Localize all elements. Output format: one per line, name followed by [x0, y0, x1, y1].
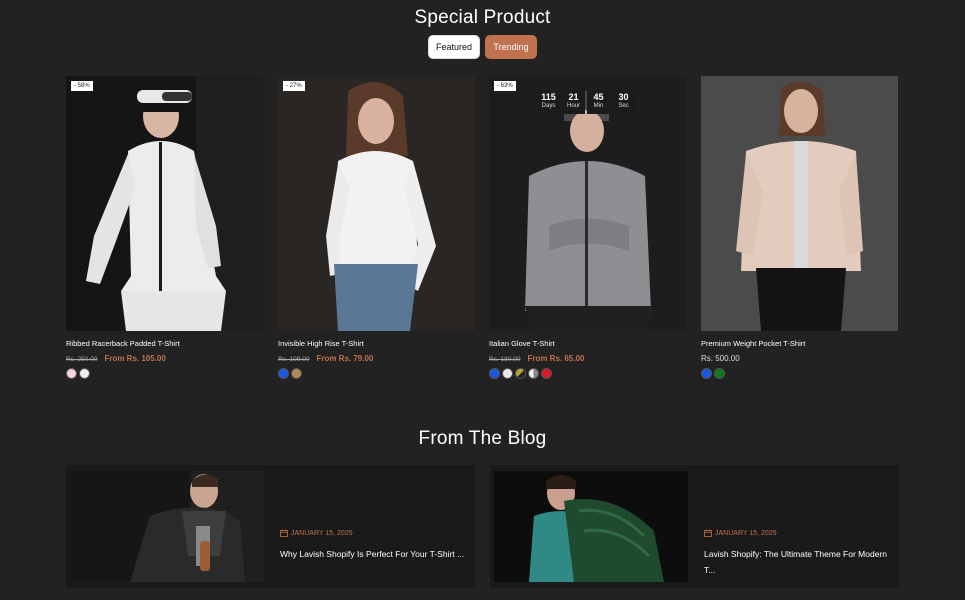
blog-title-link[interactable]: Lavish Shopify: The Ultimate Theme For M… — [704, 546, 890, 578]
sale-price: From Rs. 79.00 — [316, 354, 374, 363]
product-name[interactable]: Premium Weight Pocket T-Shirt — [701, 339, 898, 348]
blog-card[interactable]: JANUARY 15, 2025 Why Lavish Shopify Is P… — [66, 465, 475, 588]
countdown-minutes: 45 Min — [587, 90, 610, 114]
blog-image[interactable] — [70, 471, 264, 582]
countdown-value: 115 — [541, 92, 556, 103]
countdown-value: 45 — [593, 92, 604, 103]
countdown-unit: Hour — [566, 103, 580, 110]
blog-date: JANUARY 15, 2025 — [280, 529, 466, 537]
product-price: Rs. 180.00 From Rs. 65.00 — [489, 354, 686, 363]
blog-image[interactable] — [494, 471, 688, 582]
countdown-hours: 21 Hour — [562, 90, 585, 114]
discount-badge: - 27% — [283, 81, 305, 91]
color-swatch[interactable] — [502, 368, 513, 379]
blog-section-title: From The Blog — [418, 428, 547, 449]
old-price: Rs. 109.00 — [278, 356, 310, 363]
color-swatch[interactable] — [714, 368, 725, 379]
color-swatch[interactable] — [701, 368, 712, 379]
discount-badge: - 58% — [71, 81, 93, 91]
old-price: Rs. 250.00 — [66, 356, 98, 363]
sale-price: From Rs. 105.00 — [104, 354, 166, 363]
color-swatch[interactable] — [291, 368, 302, 379]
blog-date-text: JANUARY 15, 2025 — [291, 529, 353, 537]
product-image[interactable]: - 58% — [66, 76, 263, 331]
color-swatches — [278, 368, 475, 379]
product-image[interactable] — [701, 76, 898, 331]
product-name[interactable]: Invisible High Rise T-Shirt — [278, 339, 475, 348]
blog-text: JANUARY 15, 2025 Why Lavish Shopify Is P… — [280, 529, 466, 562]
color-swatch[interactable] — [515, 368, 526, 379]
color-swatch[interactable] — [489, 368, 500, 379]
color-swatches — [66, 368, 263, 379]
blog-date: JANUARY 15, 2025 — [704, 529, 890, 537]
product-image[interactable]: - 27% — [278, 76, 475, 331]
countdown-value: 21 — [568, 92, 579, 103]
product-price: Rs. 500.00 — [701, 354, 898, 363]
countdown-unit: Days — [541, 103, 556, 110]
regular-price: Rs. 500.00 — [701, 354, 740, 363]
blog-text: JANUARY 15, 2025 Lavish Shopify: The Ult… — [704, 529, 890, 578]
blog-card[interactable]: JANUARY 15, 2025 Lavish Shopify: The Ult… — [490, 465, 899, 588]
tab-featured[interactable]: Featured — [428, 35, 480, 59]
calendar-icon — [280, 529, 288, 537]
old-price: Rs. 180.00 — [489, 356, 521, 363]
countdown-timer: 115 Days 21 Hour 45 Min 30 Sec — [537, 90, 635, 114]
calendar-icon — [704, 529, 712, 537]
product-name[interactable]: Italian Glove T-Shirt — [489, 339, 686, 348]
blog-date-text: JANUARY 15, 2025 — [715, 529, 777, 537]
product-price: Rs. 250.00 From Rs. 105.00 — [66, 354, 263, 363]
color-swatch[interactable] — [66, 368, 77, 379]
countdown-unit: Min — [593, 103, 604, 110]
color-swatches — [489, 368, 686, 379]
product-image[interactable]: - 63% 115 Days 21 Hour 45 Min 30 Sec — [489, 76, 686, 331]
product-tabs: Featured Trending — [0, 35, 965, 59]
special-product-title: Special Product — [414, 7, 551, 28]
color-swatch[interactable] — [278, 368, 289, 379]
countdown-value: 30 — [618, 92, 629, 103]
countdown-seconds: 30 Sec — [612, 90, 635, 114]
color-swatch[interactable] — [79, 368, 90, 379]
product-name[interactable]: Ribbed Racerback Padded T-Shirt — [66, 339, 263, 348]
product-card[interactable]: Premium Weight Pocket T-Shirt Rs. 500.00 — [701, 76, 898, 379]
countdown-unit: Sec — [618, 103, 629, 110]
product-price: Rs. 109.00 From Rs. 79.00 — [278, 354, 475, 363]
product-card[interactable]: - 58% Ribbed Racerback Padded T-Shirt Rs… — [66, 76, 263, 379]
tab-trending[interactable]: Trending — [485, 35, 537, 59]
sale-price: From Rs. 65.00 — [527, 354, 585, 363]
discount-badge: - 63% — [494, 81, 516, 91]
color-swatch[interactable] — [541, 368, 552, 379]
color-swatch[interactable] — [528, 368, 539, 379]
countdown-days: 115 Days — [537, 90, 560, 114]
color-swatches — [701, 368, 898, 379]
product-card[interactable]: - 27% Invisible High Rise T-Shirt Rs. 10… — [278, 76, 475, 379]
product-card[interactable]: - 63% 115 Days 21 Hour 45 Min 30 Sec Ita… — [489, 76, 686, 379]
blog-title-link[interactable]: Why Lavish Shopify Is Perfect For Your T… — [280, 546, 466, 562]
